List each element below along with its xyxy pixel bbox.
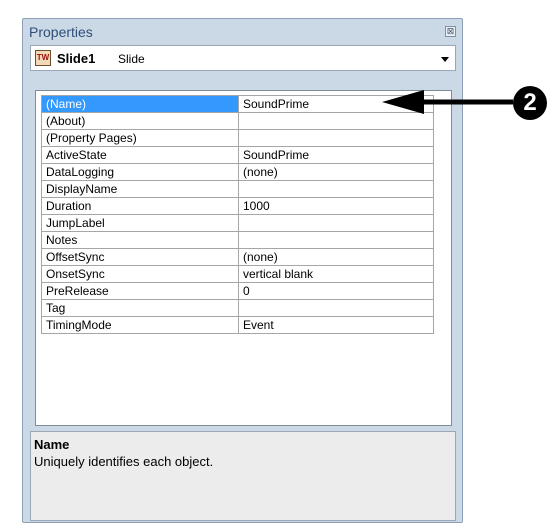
property-row[interactable]: ActiveState SoundPrime bbox=[41, 146, 434, 164]
property-value[interactable] bbox=[238, 299, 434, 317]
property-name[interactable]: JumpLabel bbox=[41, 214, 239, 232]
property-value[interactable] bbox=[238, 231, 434, 249]
property-row[interactable]: Notes bbox=[41, 231, 434, 249]
object-selector-dropdown[interactable]: TW Slide1 Slide bbox=[30, 45, 456, 71]
chevron-down-icon[interactable] bbox=[441, 57, 449, 62]
property-name[interactable]: DataLogging bbox=[41, 163, 239, 181]
property-row[interactable]: DisplayName bbox=[41, 180, 434, 198]
property-name[interactable]: ActiveState bbox=[41, 146, 239, 164]
window-title: Properties bbox=[29, 24, 93, 40]
property-row[interactable]: OnsetSync vertical blank bbox=[41, 265, 434, 283]
property-name[interactable]: DisplayName bbox=[41, 180, 239, 198]
property-table: (Name) SoundPrime (About) (Property Pages) A… bbox=[41, 95, 434, 334]
property-row[interactable]: Duration 1000 bbox=[41, 197, 434, 215]
property-name[interactable]: Notes bbox=[41, 231, 239, 249]
callout-number-badge: 2 bbox=[513, 86, 547, 120]
property-row[interactable]: (Name) SoundPrime bbox=[41, 95, 434, 113]
property-value[interactable]: (none) bbox=[238, 248, 434, 266]
property-name[interactable]: Duration bbox=[41, 197, 239, 215]
property-name[interactable]: (Name) bbox=[41, 95, 239, 113]
property-value[interactable]: Event bbox=[238, 316, 434, 334]
property-value[interactable]: 0 bbox=[238, 282, 434, 300]
property-name[interactable]: OnsetSync bbox=[41, 265, 239, 283]
help-title: Name bbox=[34, 437, 70, 452]
property-name[interactable]: OffsetSync bbox=[41, 248, 239, 266]
property-row[interactable]: DataLogging (none) bbox=[41, 163, 434, 181]
property-value[interactable]: 1000 bbox=[238, 197, 434, 215]
property-row[interactable]: (Property Pages) bbox=[41, 129, 434, 147]
property-name[interactable]: (Property Pages) bbox=[41, 129, 239, 147]
callout-arrow-icon bbox=[382, 90, 513, 114]
property-row[interactable]: Tag bbox=[41, 299, 434, 317]
slide-icon: TW bbox=[35, 50, 51, 66]
property-grid: (Name) SoundPrime (About) (Property Pages) A… bbox=[35, 90, 452, 426]
property-row[interactable]: JumpLabel bbox=[41, 214, 434, 232]
property-row[interactable]: PreRelease 0 bbox=[41, 282, 434, 300]
property-row[interactable]: (About) bbox=[41, 112, 434, 130]
property-name[interactable]: PreRelease bbox=[41, 282, 239, 300]
property-value[interactable]: vertical blank bbox=[238, 265, 434, 283]
property-value[interactable] bbox=[238, 214, 434, 232]
help-panel: Name Uniquely identifies each object. bbox=[30, 431, 456, 521]
property-row[interactable]: TimingMode Event bbox=[41, 316, 434, 334]
property-name[interactable]: Tag bbox=[41, 299, 239, 317]
object-name: Slide1 bbox=[57, 51, 96, 66]
property-name[interactable]: TimingMode bbox=[41, 316, 239, 334]
property-value[interactable]: (none) bbox=[238, 163, 434, 181]
property-value[interactable] bbox=[238, 129, 434, 147]
property-value[interactable]: SoundPrime bbox=[238, 146, 434, 164]
property-name[interactable]: (About) bbox=[41, 112, 239, 130]
help-description: Uniquely identifies each object. bbox=[34, 454, 214, 469]
property-row[interactable]: OffsetSync (none) bbox=[41, 248, 434, 266]
close-icon[interactable]: ⊠ bbox=[445, 26, 456, 37]
object-type: Slide bbox=[118, 52, 145, 66]
property-value[interactable] bbox=[238, 180, 434, 198]
